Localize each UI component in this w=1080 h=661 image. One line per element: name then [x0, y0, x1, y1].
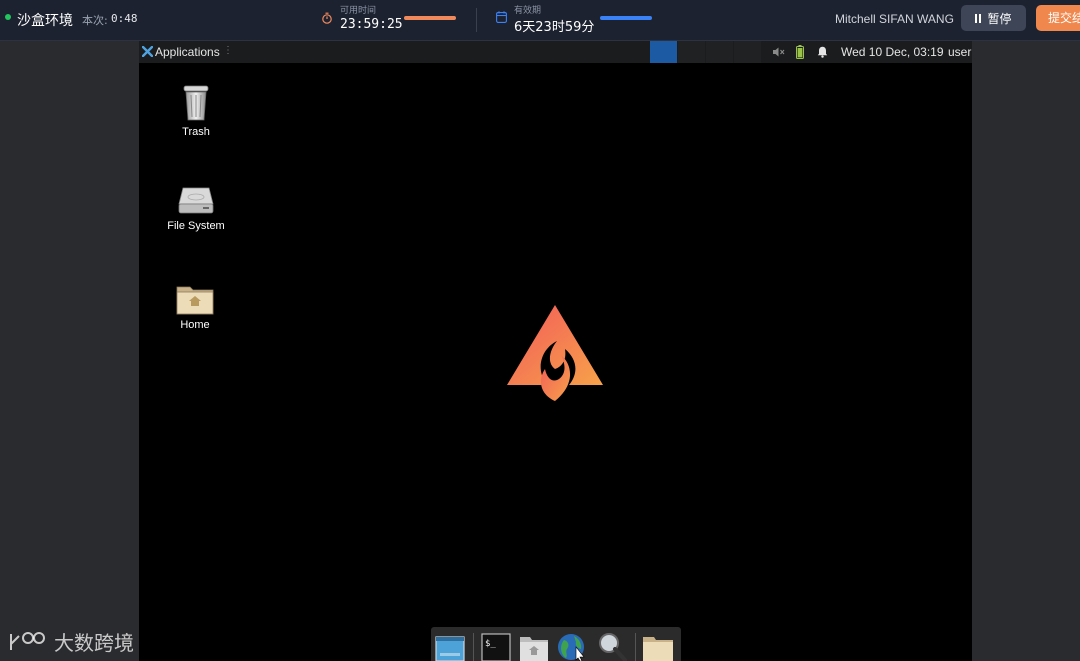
xfce-logo-icon [142, 46, 153, 57]
calendar-icon [496, 11, 507, 23]
sandbox-toolbar: 沙盒环境 本次: 0:48 可用时间 23:59:25 有效期 6天23时59分… [0, 0, 1080, 41]
account-name: Mitchell SIFAN WANG [835, 12, 954, 26]
folder-icon[interactable] [642, 631, 674, 661]
pause-button[interactable]: 暂停 [961, 5, 1026, 31]
submit-button[interactable]: 提交结 [1036, 5, 1080, 31]
trash-icon [183, 85, 209, 121]
status-indicator [5, 14, 11, 20]
panel-handle-icon: ⋮ [223, 45, 233, 56]
watermark-text: 大数跨境 [54, 631, 134, 655]
session-user-menu[interactable]: user [948, 45, 971, 59]
battery-icon[interactable] [796, 45, 804, 59]
session-time-value: 0:48 [111, 12, 138, 25]
desktop-icon-home[interactable]: Home [155, 283, 235, 331]
desktop-icon-trash[interactable]: Trash [156, 84, 236, 138]
applications-menu[interactable]: Applications [155, 45, 220, 59]
dock-separator [635, 633, 636, 661]
desktop-icon-label: File System [167, 220, 225, 232]
validity-label: 有效期 [514, 6, 542, 16]
watermark: 大数跨境 [8, 627, 134, 656]
watermark-logo-icon [10, 631, 45, 650]
validity-bar [600, 16, 652, 20]
workspace-4[interactable] [734, 41, 761, 63]
home-folder-icon [176, 286, 214, 315]
speaker-muted-icon[interactable] [773, 47, 785, 57]
validity-value: 6天23时59分 [514, 20, 595, 35]
pause-icon [975, 13, 983, 23]
session-time-label: 本次: [82, 14, 108, 27]
workspace-2[interactable] [678, 41, 705, 63]
workspace-1[interactable] [650, 41, 677, 63]
home-folder-icon[interactable] [518, 631, 550, 661]
search-icon[interactable] [596, 631, 628, 661]
stopwatch-icon [322, 12, 332, 24]
show-desktop-icon[interactable] [434, 631, 466, 661]
xfce-top-panel: Applications ⋮ Wed 10 Dec, 03:19 user [139, 41, 972, 63]
desktop-icon-label: Trash [182, 126, 210, 138]
drive-icon [178, 187, 214, 214]
toolbar-divider [476, 8, 477, 32]
terminal-icon[interactable]: $_ [480, 631, 512, 661]
dock-separator [473, 633, 474, 661]
svg-text:$_: $_ [485, 639, 496, 649]
distro-flame-logo [507, 305, 603, 401]
available-time-value: 23:59:25 [340, 17, 403, 32]
desktop-icon-file-system[interactable]: File System [156, 184, 236, 232]
desktop-icon-label: Home [180, 319, 210, 331]
env-title: 沙盒环境 [17, 13, 73, 29]
available-time-label: 可用时间 [340, 6, 377, 16]
bottom-dock: $_ [431, 627, 681, 661]
web-browser-icon[interactable] [556, 631, 588, 661]
vm-screen[interactable]: Applications ⋮ Wed 10 Dec, 03:19 user Tr… [139, 41, 972, 661]
workspace-3[interactable] [706, 41, 733, 63]
panel-clock[interactable]: Wed 10 Dec, 03:19 [841, 45, 944, 59]
notification-bell-icon[interactable] [817, 46, 828, 58]
pause-button-label: 暂停 [987, 11, 1012, 26]
available-time-bar [404, 16, 456, 20]
